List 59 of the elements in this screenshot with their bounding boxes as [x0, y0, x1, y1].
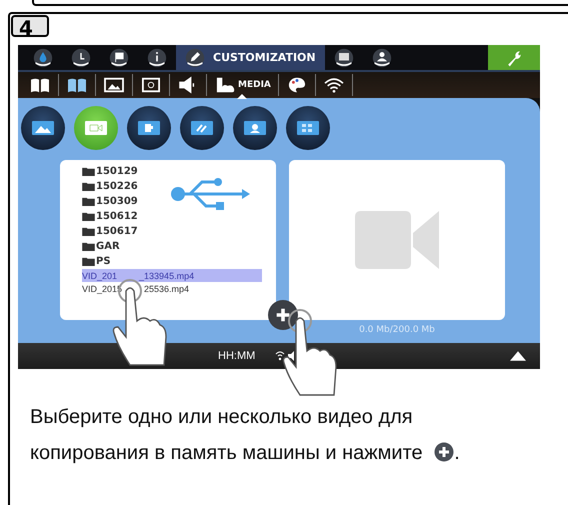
folder-icon: [82, 227, 95, 236]
plus-icon: [274, 306, 292, 324]
book-icon: [29, 76, 51, 94]
folder-name: PS: [96, 256, 111, 267]
folder-name: 150617: [96, 226, 138, 237]
folder-item[interactable]: 150612: [82, 209, 276, 224]
folder-name: 150309: [96, 196, 138, 207]
settings-button[interactable]: [488, 45, 540, 70]
video-camera-icon: [84, 120, 108, 136]
photo-icon: [31, 120, 55, 136]
instruction-text: Выберите одно или несколько видео для копирования в память машины и нажмите: [30, 406, 423, 464]
step-number: 4: [11, 15, 49, 37]
folder-name: 150226: [96, 181, 138, 192]
clock-text: HH:MM: [218, 350, 256, 362]
folder-item[interactable]: 150309: [82, 194, 276, 209]
folder-item[interactable]: 150129: [82, 164, 276, 179]
clock-icon: [71, 48, 91, 68]
folder-icon: [82, 257, 95, 266]
wifi-icon: [322, 76, 345, 94]
file-name: VID_2015: [82, 284, 122, 294]
storage-usage: 0.0 Mb/200.0 Mb: [359, 325, 435, 335]
folder-icon: [82, 242, 95, 251]
grid-icon: [296, 120, 320, 136]
folder-item[interactable]: PS: [82, 254, 276, 269]
folder-name: GAR: [96, 241, 120, 252]
flag-icon: [109, 48, 129, 68]
book-icon: [66, 76, 88, 94]
media-type-button[interactable]: [233, 106, 277, 150]
info-icon: [147, 48, 167, 68]
folder-item[interactable]: GAR: [82, 239, 276, 254]
media-type-button[interactable]: [180, 106, 224, 150]
picture-icon: [103, 76, 125, 94]
frame-icon: [140, 76, 162, 94]
video-file-item[interactable]: VID_2015 25536.mp4: [82, 282, 262, 295]
folder-icon: [82, 182, 95, 191]
panel-icon: [334, 48, 354, 68]
folder-item[interactable]: 150617: [82, 224, 276, 239]
video-camera-icon: [355, 211, 439, 269]
folder-icon: [82, 212, 95, 221]
media-type-button[interactable]: [21, 106, 65, 150]
pencil-icon: [185, 48, 205, 68]
file-name: 25536.mp4: [144, 284, 190, 294]
menu-tab[interactable]: CUSTOMIZATION: [176, 45, 325, 70]
instruction-text: .: [454, 442, 460, 464]
folder-name: 150612: [96, 211, 138, 222]
video-file-item[interactable]: VID_201 _133945.mp4: [82, 269, 262, 282]
file-name: VID_201: [82, 270, 118, 280]
folder-icon: [82, 167, 95, 176]
folder-name: 150129: [96, 166, 138, 177]
up-arrow-icon[interactable]: [510, 351, 526, 361]
media-type-button[interactable]: [286, 106, 330, 150]
plus-icon: [434, 442, 454, 462]
person-icon: [372, 48, 392, 68]
folder-icon: [82, 197, 95, 206]
file-name: _133945.mp4: [139, 270, 194, 280]
drop-icon: [33, 48, 53, 68]
media-type-button[interactable]: [127, 106, 171, 150]
selection-pointer-icon: [237, 94, 248, 99]
folder-item[interactable]: 150226: [82, 179, 276, 194]
